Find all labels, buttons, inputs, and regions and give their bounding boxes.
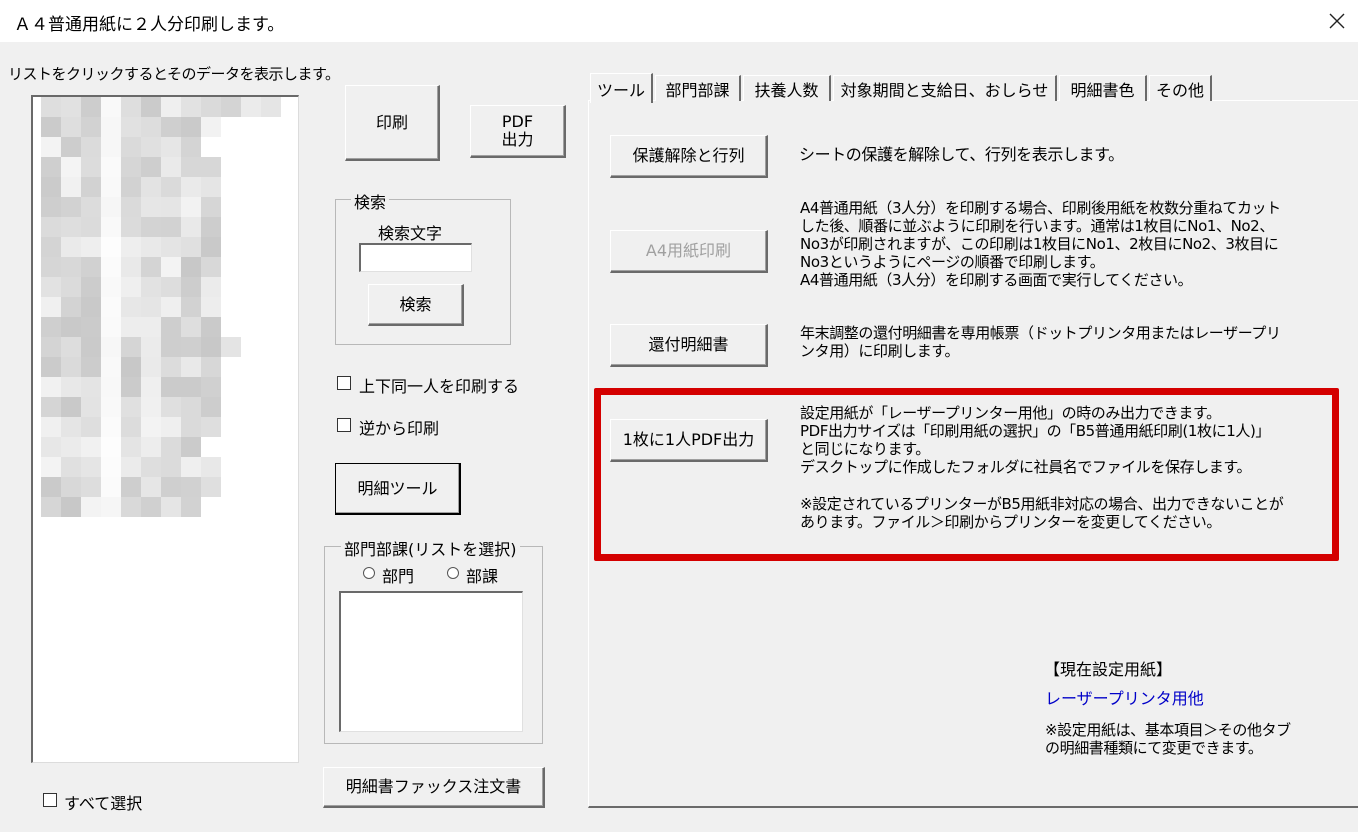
fax-order-button[interactable]: 明細書ファックス注文書 — [323, 767, 545, 808]
dept-group-title: 部門部課(リストを選択) — [341, 536, 520, 560]
paper-note: ※設定用紙は、基本項目＞その他タブ の明細書種類にて変更できます。 — [1045, 721, 1291, 757]
print-button[interactable]: 印刷 — [345, 85, 440, 161]
tab-color[interactable]: 明細書色 — [1059, 75, 1147, 101]
same-person-label: 上下同一人を印刷する — [359, 377, 520, 396]
a4-print-desc: A4普通用紙（3人分）を印刷する場合、印刷後用紙を枚数分重ねてカット した後、順… — [800, 199, 1281, 289]
pdf-per-person-desc: 設定用紙が「レーザープリンター用他」の時のみ出力できます。 PDF出力サイズは「… — [800, 404, 1271, 476]
select-all-checkbox[interactable] — [43, 793, 57, 807]
pdf-output-button[interactable]: PDF 出力 — [470, 105, 566, 158]
tab-dept[interactable]: 部門部課 — [655, 75, 741, 101]
radio-dept-label: 部門 — [382, 567, 415, 586]
refund-desc: 年末調整の還付明細書を専用帳票（ドットプリンタ用またはレーザープリ ンタ用）に印… — [800, 324, 1281, 360]
reverse-print-label: 逆から印刷 — [359, 419, 440, 438]
pdf-per-person-button[interactable]: 1枚に1人PDF出力 — [610, 419, 768, 462]
unprotect-button[interactable]: 保護解除と行列 — [610, 135, 768, 178]
radio-section[interactable] — [447, 567, 459, 579]
detail-tool-button[interactable]: 明細ツール — [335, 463, 461, 515]
pdf-per-person-note: ※設定されているプリンターがB5用紙非対応の場合、出力できないことが あります。… — [800, 495, 1284, 531]
close-icon — [1322, 6, 1352, 36]
window-title: Ａ４普通用紙に２人分印刷します。 — [14, 15, 285, 35]
tab-other[interactable]: その他 — [1149, 75, 1212, 101]
reverse-print-checkbox[interactable] — [337, 418, 351, 432]
search-button[interactable]: 検索 — [368, 284, 464, 326]
radio-dept[interactable] — [363, 567, 375, 579]
search-text-label: 検索文字 — [378, 224, 443, 243]
search-input[interactable] — [359, 243, 472, 272]
current-paper: レーザープリンタ用他 — [1045, 689, 1204, 708]
unprotect-desc: シートの保護を解除して、行列を表示します。 — [799, 145, 1124, 164]
paper-heading: 【現在設定用紙】 — [1044, 660, 1173, 679]
list-hint-text: リストをクリックするとそのデータを表示します。 — [8, 65, 340, 83]
refund-button[interactable]: 還付明細書 — [610, 324, 768, 367]
search-group-title: 検索 — [351, 189, 390, 213]
radio-section-label: 部課 — [466, 567, 499, 586]
select-all-label: すべて選択 — [64, 794, 143, 813]
tab-tool[interactable]: ツール — [590, 73, 653, 103]
tab-period[interactable]: 対象期間と支給日、おしらせ — [833, 75, 1057, 101]
same-person-checkbox[interactable] — [337, 376, 351, 390]
close-button[interactable] — [1322, 6, 1352, 36]
dept-list[interactable] — [339, 591, 523, 732]
employee-list[interactable] — [31, 95, 299, 763]
a4-print-button[interactable]: A4用紙印刷 — [610, 230, 768, 273]
tab-dependents[interactable]: 扶養人数 — [743, 75, 831, 101]
